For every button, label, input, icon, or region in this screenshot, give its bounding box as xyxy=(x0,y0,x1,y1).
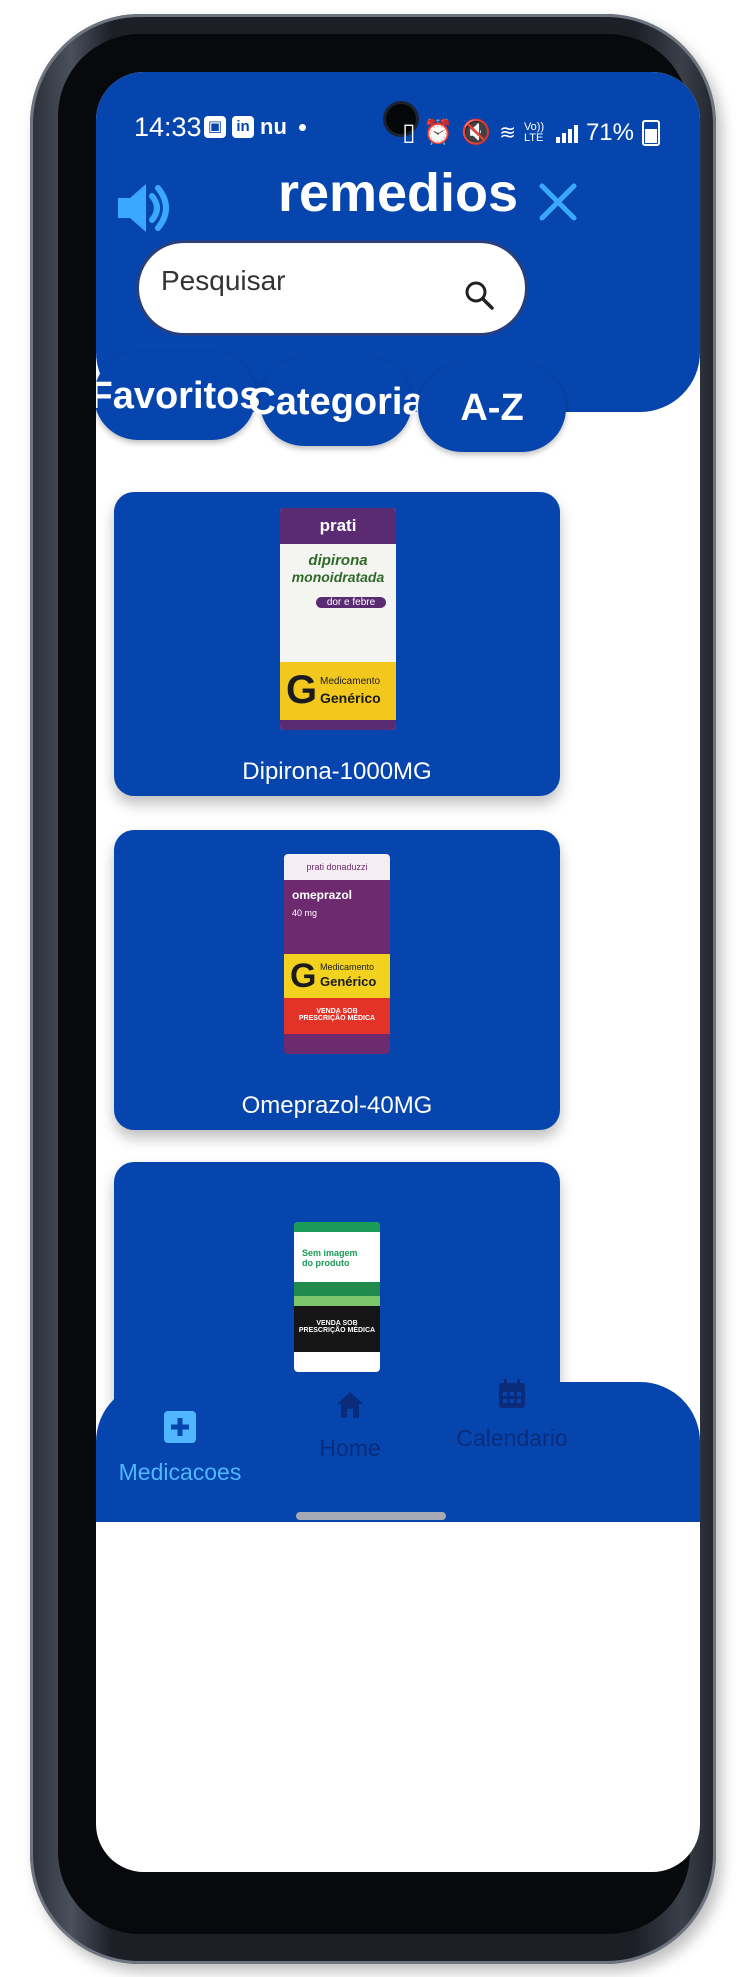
medicine-card[interactable]: prati donaduzzi omeprazol 40 mg G Medica… xyxy=(114,830,560,1130)
medicine-box-image: Sem imagem do produto VENDA SOB PRESCRIÇ… xyxy=(294,1222,380,1372)
nav-label: Calendario xyxy=(456,1425,568,1451)
generic-label: Genérico xyxy=(320,690,381,706)
warning-text: VENDA SOB xyxy=(316,1008,358,1015)
nav-medicacoes[interactable]: Medicacoes xyxy=(110,1410,250,1486)
box-product-line: monoidratada xyxy=(291,569,385,585)
signal-icon xyxy=(555,123,578,143)
battery-percent: 71% xyxy=(585,118,634,146)
nav-home[interactable]: Home xyxy=(280,1390,420,1462)
sim-icon: ▯ xyxy=(402,119,416,146)
bottom-navigation: Medicacoes Home Calendario xyxy=(96,1379,700,1522)
warning-band: VENDA SOB PRESCRIÇÃO MÉDICA xyxy=(284,998,390,1034)
nubank-icon: nu xyxy=(260,114,287,139)
status-bar: 14:33 ▣ in nu ▯ ⏰ 🔇 ≋ Vo)) LTE 71% xyxy=(96,72,700,152)
medicine-name: Omeprazol-40MG xyxy=(241,1092,433,1119)
generic-band: G Medicamento Genérico xyxy=(280,662,396,720)
mute-icon: 🔇 xyxy=(461,119,492,146)
alarm-icon: ⏰ xyxy=(423,119,454,146)
status-right-icons: ▯ ⏰ 🔇 ≋ Vo)) LTE 71% xyxy=(402,118,660,147)
medicine-name: Dipirona-1000MG xyxy=(242,758,432,785)
placeholder-text: do produto xyxy=(302,1258,350,1268)
tab-favoritos[interactable]: Favoritos xyxy=(96,352,261,440)
box-product: omeprazol xyxy=(292,888,353,902)
nav-calendario[interactable]: Calendario xyxy=(442,1378,582,1452)
battery-icon xyxy=(642,119,660,146)
close-icon[interactable] xyxy=(536,180,580,224)
warning-text: PRESCRIÇÃO MÉDICA xyxy=(298,1015,376,1022)
warning-band: VENDA SOB PRESCRIÇÃO MÉDICA xyxy=(294,1306,380,1352)
tab-categoria[interactable]: Categoria xyxy=(248,358,424,446)
home-icon xyxy=(337,1392,363,1418)
medicine-card[interactable]: prati dipirona monoidratada dor e febre … xyxy=(114,492,560,796)
linkedin-icon: in xyxy=(232,116,254,138)
box-product-line: dipirona xyxy=(308,552,368,569)
wifi-icon: ≋ xyxy=(499,122,516,144)
gesture-bar[interactable] xyxy=(296,1512,446,1520)
gallery-icon: ▣ xyxy=(204,116,226,138)
generic-label: Genérico xyxy=(320,974,377,989)
search-input[interactable]: Pesquisar xyxy=(161,265,286,297)
generic-label: Medicamento xyxy=(320,962,375,972)
calendar-icon xyxy=(499,1379,525,1408)
network-label: Vo)) LTE xyxy=(523,120,545,144)
warning-text: PRESCRIÇÃO MÉDICA xyxy=(298,1327,376,1334)
status-left-icons: ▣ in nu xyxy=(204,114,306,140)
search-bar[interactable]: Pesquisar xyxy=(136,240,528,336)
plus-square-icon xyxy=(164,1411,196,1443)
tab-a-z[interactable]: A-Z xyxy=(418,364,566,452)
medicine-box-image: prati dipirona monoidratada dor e febre … xyxy=(280,508,396,730)
status-time: 14:33 xyxy=(134,112,202,142)
nav-label: Home xyxy=(319,1435,381,1461)
nav-label: Medicacoes xyxy=(118,1459,242,1485)
generic-g-logo: G xyxy=(290,957,317,995)
generic-label: Medicamento xyxy=(320,676,381,687)
warning-text: VENDA SOB xyxy=(316,1320,358,1327)
medicine-box-image: prati donaduzzi omeprazol 40 mg G Medica… xyxy=(284,854,390,1054)
search-icon[interactable] xyxy=(463,279,495,311)
notification-dot-icon xyxy=(298,123,306,131)
page-title: remedios xyxy=(277,163,519,223)
box-badge: dor e febre xyxy=(316,597,386,608)
generic-g-logo: G xyxy=(286,668,318,712)
box-brand: prati donaduzzi xyxy=(284,854,390,880)
app-screen: 14:33 ▣ in nu ▯ ⏰ 🔇 ≋ Vo)) LTE 71% remed… xyxy=(96,72,700,1872)
generic-band: G Medicamento Genérico xyxy=(284,954,390,998)
box-dose: 40 mg xyxy=(292,908,318,918)
placeholder-text: Sem imagem xyxy=(302,1248,358,1258)
box-brand: prati xyxy=(280,508,396,544)
